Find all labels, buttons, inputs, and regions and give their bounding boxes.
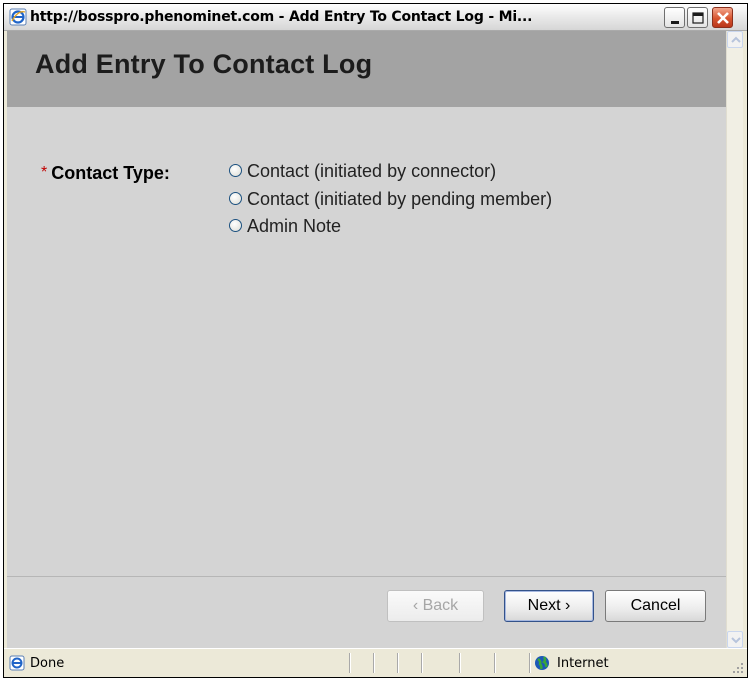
status-separator <box>349 653 350 673</box>
page-icon <box>9 655 25 671</box>
footer-divider <box>7 576 726 577</box>
status-separator <box>529 653 530 673</box>
required-marker: * <box>41 164 48 181</box>
minimize-icon <box>671 21 679 24</box>
internet-explorer-icon <box>9 8 27 26</box>
radio-option-contact-connector[interactable]: Contact (initiated by connector) <box>229 161 496 183</box>
status-separator <box>421 653 422 673</box>
status-separator <box>459 653 460 673</box>
window-title: http://bosspro.phenominet.com - Add Entr… <box>30 9 533 25</box>
title-bar[interactable]: http://bosspro.phenominet.com - Add Entr… <box>4 4 747 31</box>
radio-button[interactable] <box>229 191 242 205</box>
close-icon <box>717 12 729 24</box>
maximize-button[interactable] <box>687 7 708 28</box>
resize-grip-icon[interactable] <box>732 662 744 674</box>
scroll-up-button[interactable] <box>727 31 743 48</box>
status-separator <box>373 653 374 673</box>
chevron-up-icon <box>731 36 741 43</box>
status-text: Done <box>30 656 65 671</box>
security-zone-label: Internet <box>557 656 609 671</box>
status-bar: Done Internet <box>4 648 747 677</box>
browser-popup-window: http://bosspro.phenominet.com - Add Entr… <box>3 3 748 678</box>
status-separator <box>397 653 398 673</box>
globe-icon <box>535 656 549 670</box>
contact-type-label-text: Contact Type: <box>51 163 170 183</box>
cancel-button[interactable]: Cancel <box>605 590 706 622</box>
radio-button[interactable] <box>229 163 242 177</box>
next-button[interactable]: Next › <box>504 590 594 622</box>
page-content: Add Entry To Contact Log * Contact Type: … <box>7 31 726 648</box>
radio-option-label: Contact (initiated by connector) <box>247 161 497 181</box>
chevron-down-icon <box>731 637 741 644</box>
scroll-down-button[interactable] <box>727 631 743 648</box>
close-button[interactable] <box>712 7 733 28</box>
status-separator <box>494 653 495 673</box>
radio-option-contact-pending-member[interactable]: Contact (initiated by pending member) <box>229 189 552 211</box>
minimize-button[interactable] <box>664 7 685 28</box>
maximize-icon <box>692 12 704 24</box>
page-title: Add Entry To Contact Log <box>35 49 373 79</box>
page-header: Add Entry To Contact Log <box>7 31 726 107</box>
radio-option-label: Contact (initiated by pending member) <box>247 189 553 209</box>
radio-button[interactable] <box>229 218 242 232</box>
radio-option-label: Admin Note <box>247 216 342 236</box>
radio-option-admin-note[interactable]: Admin Note <box>229 216 341 238</box>
back-button[interactable]: ‹ Back <box>387 590 484 622</box>
vertical-scrollbar[interactable] <box>726 31 743 648</box>
contact-type-label: * Contact Type: <box>41 163 170 184</box>
